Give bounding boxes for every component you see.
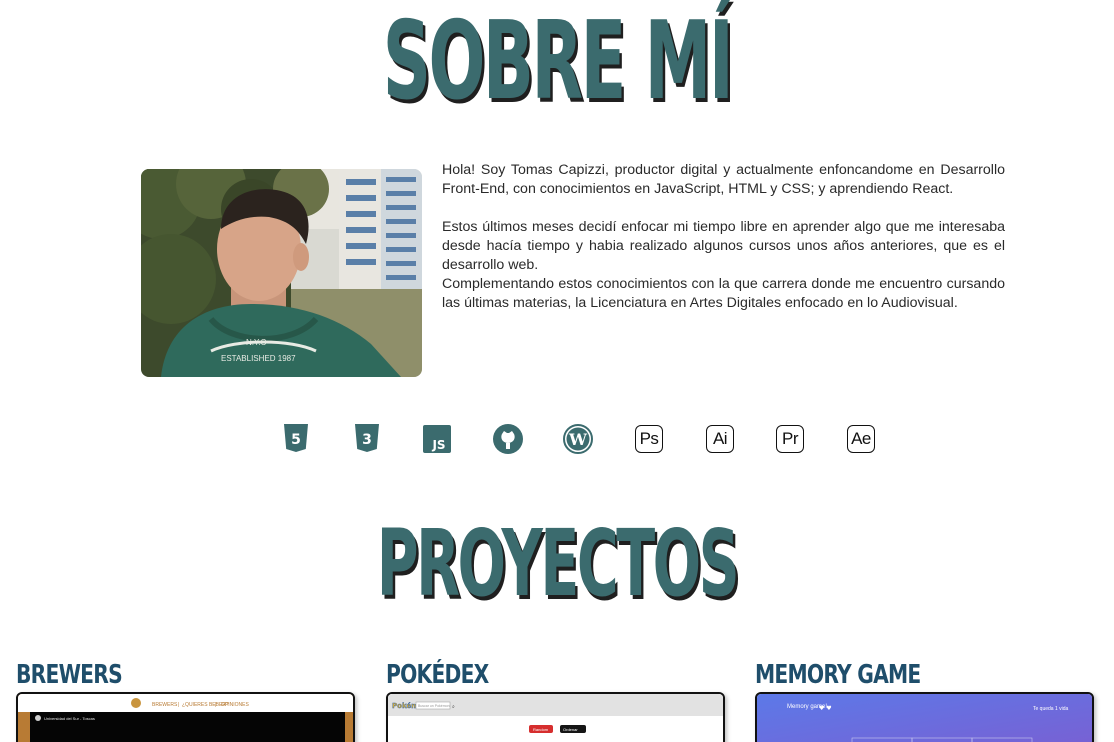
github-icon <box>493 423 523 455</box>
svg-text:OPINIONES: OPINIONES <box>221 702 249 708</box>
project-card-pokedex[interactable]: Pokémon Buscar un Pokémon ⌕ Random Orden… <box>386 692 725 742</box>
svg-text:Random: Random <box>533 727 549 732</box>
project-title-brewers: BREWERS <box>16 660 123 690</box>
svg-text:Te queda 1 vida: Te queda 1 vida <box>1033 706 1069 712</box>
svg-text:5: 5 <box>291 432 301 448</box>
project-card-memory-game[interactable]: Memory game! ♥ ♥ Te queda 1 vida <box>755 692 1094 742</box>
illustrator-icon: Ai <box>705 423 735 455</box>
bio-text: Hola! Soy Tomas Capizzi, productor digit… <box>442 161 1005 313</box>
svg-text:♥ ♥: ♥ ♥ <box>819 705 832 712</box>
about-title: SOBRE MÍ <box>382 0 734 124</box>
skills-row: 5 3 JS W Ps Ai Pr Ae <box>0 423 1114 455</box>
svg-text:|: | <box>215 702 216 708</box>
project-card-brewers[interactable]: BREWERS | ¿QUIERES BEBER? | OPINIONES Un… <box>16 692 355 742</box>
css3-icon: 3 <box>352 423 382 455</box>
svg-text:JS: JS <box>431 438 445 452</box>
profile-photo: N.Y.C ESTABLISHED 1987 <box>141 169 422 377</box>
html5-icon: 5 <box>281 423 311 455</box>
premiere-icon: Pr <box>775 423 805 455</box>
bio-paragraph: Estos últimos meses decidí enfocar mi ti… <box>442 219 1005 273</box>
photo-caption-line1: N.Y.C <box>246 338 267 347</box>
wordpress-icon: W <box>563 423 593 455</box>
svg-text:3: 3 <box>362 432 372 448</box>
svg-text:|: | <box>178 702 179 708</box>
svg-text:Buscar un Pokémon: Buscar un Pokémon <box>418 704 450 708</box>
after-effects-icon: Ae <box>846 423 876 455</box>
svg-text:⌕: ⌕ <box>452 704 455 710</box>
svg-text:Ordenar: Ordenar <box>563 727 578 732</box>
svg-text:W: W <box>568 430 588 449</box>
projects-title: PROYECTOS <box>376 510 740 617</box>
project-title-pokedex: POKÉDEX <box>386 660 489 690</box>
javascript-icon: JS <box>422 423 452 455</box>
project-title-memory-game: MEMORY GAME <box>755 660 921 690</box>
svg-text:Universidad del Sur - Toscas: Universidad del Sur - Toscas <box>44 716 95 721</box>
bio-paragraph: Complementando estos conocimientos con l… <box>442 276 1005 311</box>
photoshop-icon: Ps <box>634 423 664 455</box>
svg-text:BREWERS: BREWERS <box>152 702 178 708</box>
photo-caption-line2: ESTABLISHED 1987 <box>221 354 296 363</box>
bio-paragraph: Hola! Soy Tomas Capizzi, productor digit… <box>442 162 1005 197</box>
